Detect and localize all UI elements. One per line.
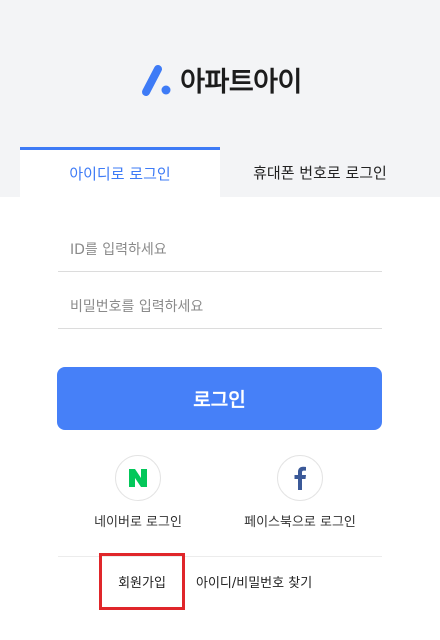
find-account-link[interactable]: 아이디/비밀번호 찾기 [196, 572, 312, 591]
naver-icon [129, 469, 147, 487]
brand-name: 아파트아이 [180, 67, 302, 98]
naver-login-label: 네이버로 로그인 [94, 515, 182, 530]
brand-logo: 아파트아이 [0, 60, 440, 99]
facebook-login-label: 페이스북으로 로그인 [244, 515, 356, 530]
facebook-login-button[interactable]: 페이스북으로 로그인 [220, 455, 380, 530]
signup-link[interactable]: 회원가입 [99, 553, 185, 610]
login-method-tabs: 아이디로 로그인 휴대폰 번호로 로그인 [20, 147, 420, 197]
login-button[interactable]: 로그인 [57, 367, 382, 430]
password-input[interactable] [58, 285, 382, 329]
signup-label: 회원가입 [118, 576, 166, 591]
naver-icon-circle[interactable] [115, 455, 161, 501]
apt-i-logo-icon [142, 64, 171, 96]
facebook-icon [294, 466, 306, 490]
naver-login-button[interactable]: 네이버로 로그인 [58, 455, 218, 530]
facebook-icon-circle[interactable] [277, 455, 323, 501]
header-area: 아파트아이 아이디로 로그인 휴대폰 번호로 로그인 [0, 0, 440, 197]
tab-id-login[interactable]: 아이디로 로그인 [20, 147, 220, 197]
id-input[interactable] [58, 228, 382, 272]
tab-phone-login[interactable]: 휴대폰 번호로 로그인 [220, 147, 420, 197]
